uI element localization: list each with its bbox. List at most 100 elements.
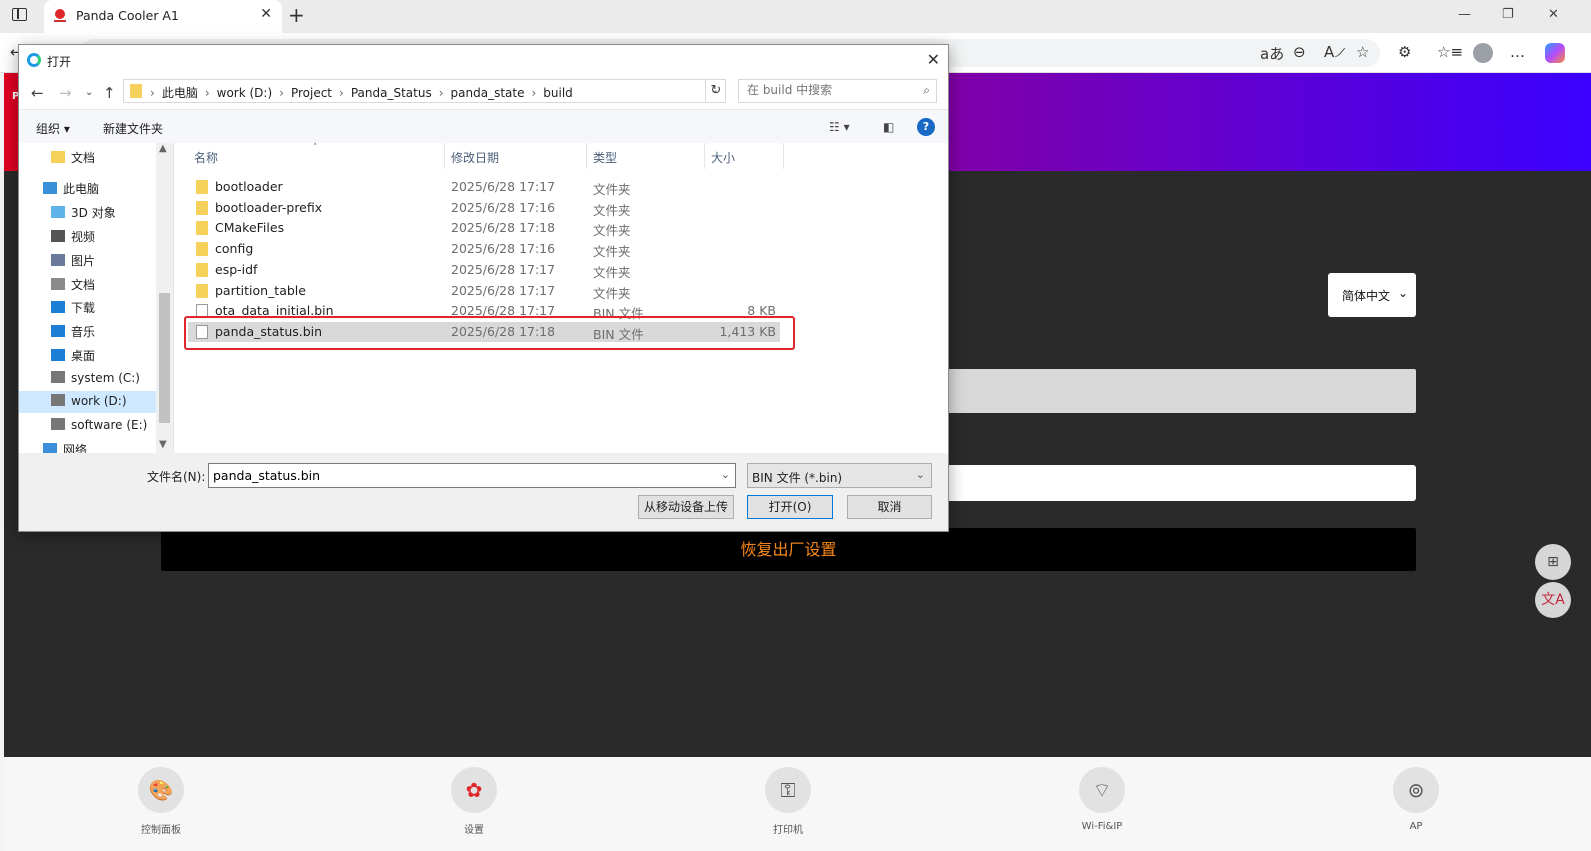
column-divider[interactable] xyxy=(444,143,445,169)
filename-input[interactable] xyxy=(213,468,713,483)
favorite-star-icon[interactable]: ☆ xyxy=(1356,43,1369,61)
favorites-list-icon[interactable]: ☆≡ xyxy=(1437,43,1463,61)
firmware-file-bar[interactable] xyxy=(944,369,1416,413)
filename-field[interactable]: ⌄ xyxy=(208,463,736,488)
file-name: CMakeFiles xyxy=(215,220,285,236)
breadcrumb-separator-icon[interactable]: › xyxy=(531,86,536,100)
restore-button[interactable]: ❐ xyxy=(1502,7,1514,22)
search-input[interactable] xyxy=(747,83,917,97)
file-row[interactable]: CMakeFiles 2025/6/28 17:18 文件夹 xyxy=(188,218,780,238)
nav-tree-item[interactable]: software (E:) xyxy=(51,418,147,432)
breadcrumb-item[interactable]: work (D:) xyxy=(217,86,273,100)
nav-tree-label: system (C:) xyxy=(71,371,140,385)
file-name: bootloader-prefix xyxy=(215,199,323,215)
file-row[interactable]: bootloader 2025/6/28 17:17 文件夹 xyxy=(188,177,780,197)
nav-tree-item[interactable]: 音乐 xyxy=(51,323,95,340)
breadcrumb-item[interactable]: 此电脑 xyxy=(162,86,198,100)
nav-wifi[interactable]: ⌔ Wi-Fi&IP xyxy=(1062,767,1142,832)
nav-tree-item[interactable]: 桌面 xyxy=(51,347,95,364)
file-row[interactable]: partition_table 2025/6/28 17:17 文件夹 xyxy=(188,281,780,301)
breadcrumb-item[interactable]: Project xyxy=(291,86,332,100)
nav-tree-item[interactable]: 文档 xyxy=(51,149,95,166)
view-options-icon[interactable]: ☷ ▾ xyxy=(829,120,850,134)
breadcrumb[interactable]: › 此电脑 › work (D:) › Project › Panda_Status › pand… xyxy=(123,79,726,103)
refresh-icon[interactable]: ↻ xyxy=(705,79,726,103)
immersive-reader-icon[interactable]: A୵ xyxy=(1324,43,1345,61)
nav-control-panel[interactable]: 🎨 控制面板 xyxy=(121,767,201,836)
nav-tree-item[interactable]: 视频 xyxy=(51,228,95,245)
open-button[interactable]: 打开(O) xyxy=(747,495,833,519)
nav-settings[interactable]: ✿ 设置 xyxy=(434,767,514,836)
new-tab-button[interactable]: + xyxy=(288,3,305,27)
nav-tree-item[interactable]: 此电脑 xyxy=(43,180,99,197)
nav-scrollbar[interactable]: ▲ ▼ xyxy=(156,143,173,453)
breadcrumb-separator-icon[interactable]: › xyxy=(339,86,344,100)
recent-chevron-icon[interactable]: ⌄ xyxy=(85,87,93,98)
browser-tab[interactable]: Panda Cooler A1 ✕ xyxy=(44,0,282,33)
file-row[interactable]: esp-idf 2025/6/28 17:17 文件夹 xyxy=(188,260,780,280)
file-name: esp-idf xyxy=(215,261,258,277)
translate-icon[interactable]: 文A xyxy=(1535,582,1571,618)
chevron-down-icon[interactable]: ⌄ xyxy=(721,468,730,481)
column-divider[interactable] xyxy=(704,143,705,169)
upload-from-device-button[interactable]: 从移动设备上传 xyxy=(638,495,734,519)
input-field[interactable] xyxy=(944,465,1416,501)
forward-arrow-icon[interactable]: → xyxy=(59,84,72,102)
scroll-thumb[interactable] xyxy=(159,293,170,423)
nav-ap[interactable]: ⊚ AP xyxy=(1376,767,1456,832)
column-header-name[interactable]: 名称 xyxy=(194,149,218,166)
file-row[interactable]: config 2025/6/28 17:16 文件夹 xyxy=(188,239,780,259)
file-row[interactable]: bootloader-prefix 2025/6/28 17:16 文件夹 xyxy=(188,198,780,218)
up-arrow-icon[interactable]: ↑ xyxy=(103,84,116,102)
window-close-button[interactable]: ✕ xyxy=(1548,7,1559,22)
nav-tree-item[interactable]: 文档 xyxy=(51,276,95,293)
nav-tree-item[interactable]: 下载 xyxy=(51,299,95,316)
breadcrumb-separator-icon[interactable]: › xyxy=(150,86,155,100)
breadcrumb-separator-icon[interactable]: › xyxy=(439,86,444,100)
nav-tree-item[interactable]: system (C:) xyxy=(51,371,140,385)
search-box[interactable]: ⌕ xyxy=(738,79,937,103)
panda-favicon-icon xyxy=(54,9,66,22)
column-divider[interactable] xyxy=(586,143,587,169)
dialog-close-icon[interactable]: ✕ xyxy=(927,50,940,69)
dialog-titlebar: 打开 ✕ xyxy=(19,45,948,75)
read-aloud-icon[interactable]: aあ xyxy=(1260,43,1284,64)
scroll-up-icon[interactable]: ▲ xyxy=(159,143,167,154)
extensions-icon[interactable]: ⚙ xyxy=(1398,43,1411,61)
column-header-type[interactable]: 类型 xyxy=(593,149,617,166)
breadcrumb-item[interactable]: panda_state xyxy=(451,86,525,100)
file-type-filter[interactable]: BIN 文件 (*.bin) ⌄ xyxy=(747,463,932,488)
breadcrumb-separator-icon[interactable]: › xyxy=(205,86,210,100)
preview-pane-icon[interactable]: ◧ xyxy=(883,120,894,134)
sidebar-toggle-icon[interactable] xyxy=(12,8,27,21)
column-header-size[interactable]: 大小 xyxy=(711,149,735,166)
new-folder-button[interactable]: 新建文件夹 xyxy=(103,120,163,137)
factory-reset-button[interactable]: 恢复出厂设置 xyxy=(161,528,1416,571)
breadcrumb-separator-icon[interactable]: › xyxy=(279,86,284,100)
organize-menu[interactable]: 组织 ▾ xyxy=(36,120,70,137)
nav-printer[interactable]: ⚿ 打印机 xyxy=(748,767,828,836)
tab-close-icon[interactable]: ✕ xyxy=(260,6,272,22)
breadcrumb-item[interactable]: Panda_Status xyxy=(351,86,432,100)
apps-icon[interactable]: ⊞ xyxy=(1535,544,1571,580)
language-select[interactable]: 简体中文 ⌄ xyxy=(1328,273,1416,317)
nav-tree-item[interactable]: 3D 对象 xyxy=(51,204,116,221)
nav-tree-item[interactable]: work (D:) xyxy=(19,391,156,413)
cancel-button[interactable]: 取消 xyxy=(847,495,932,519)
nav-tree-item[interactable]: 图片 xyxy=(51,252,95,269)
help-icon[interactable]: ? xyxy=(917,118,935,136)
nav-tree-item[interactable]: 网络 xyxy=(43,441,87,453)
copilot-icon[interactable] xyxy=(1545,43,1565,63)
profile-avatar[interactable] xyxy=(1473,43,1493,63)
minimize-button[interactable]: — xyxy=(1458,7,1471,22)
zoom-out-icon[interactable]: ⊖ xyxy=(1293,43,1306,61)
file-type: 文件夹 xyxy=(593,285,631,301)
breadcrumb-item[interactable]: build xyxy=(543,86,573,100)
document-icon xyxy=(51,278,65,290)
column-header-date[interactable]: 修改日期 xyxy=(451,149,499,166)
scroll-down-icon[interactable]: ▼ xyxy=(159,439,167,450)
chevron-down-icon: ⌄ xyxy=(1397,286,1408,300)
more-menu-icon[interactable]: … xyxy=(1510,43,1525,61)
back-arrow-icon[interactable]: ← xyxy=(31,84,44,102)
column-divider[interactable] xyxy=(783,143,784,169)
